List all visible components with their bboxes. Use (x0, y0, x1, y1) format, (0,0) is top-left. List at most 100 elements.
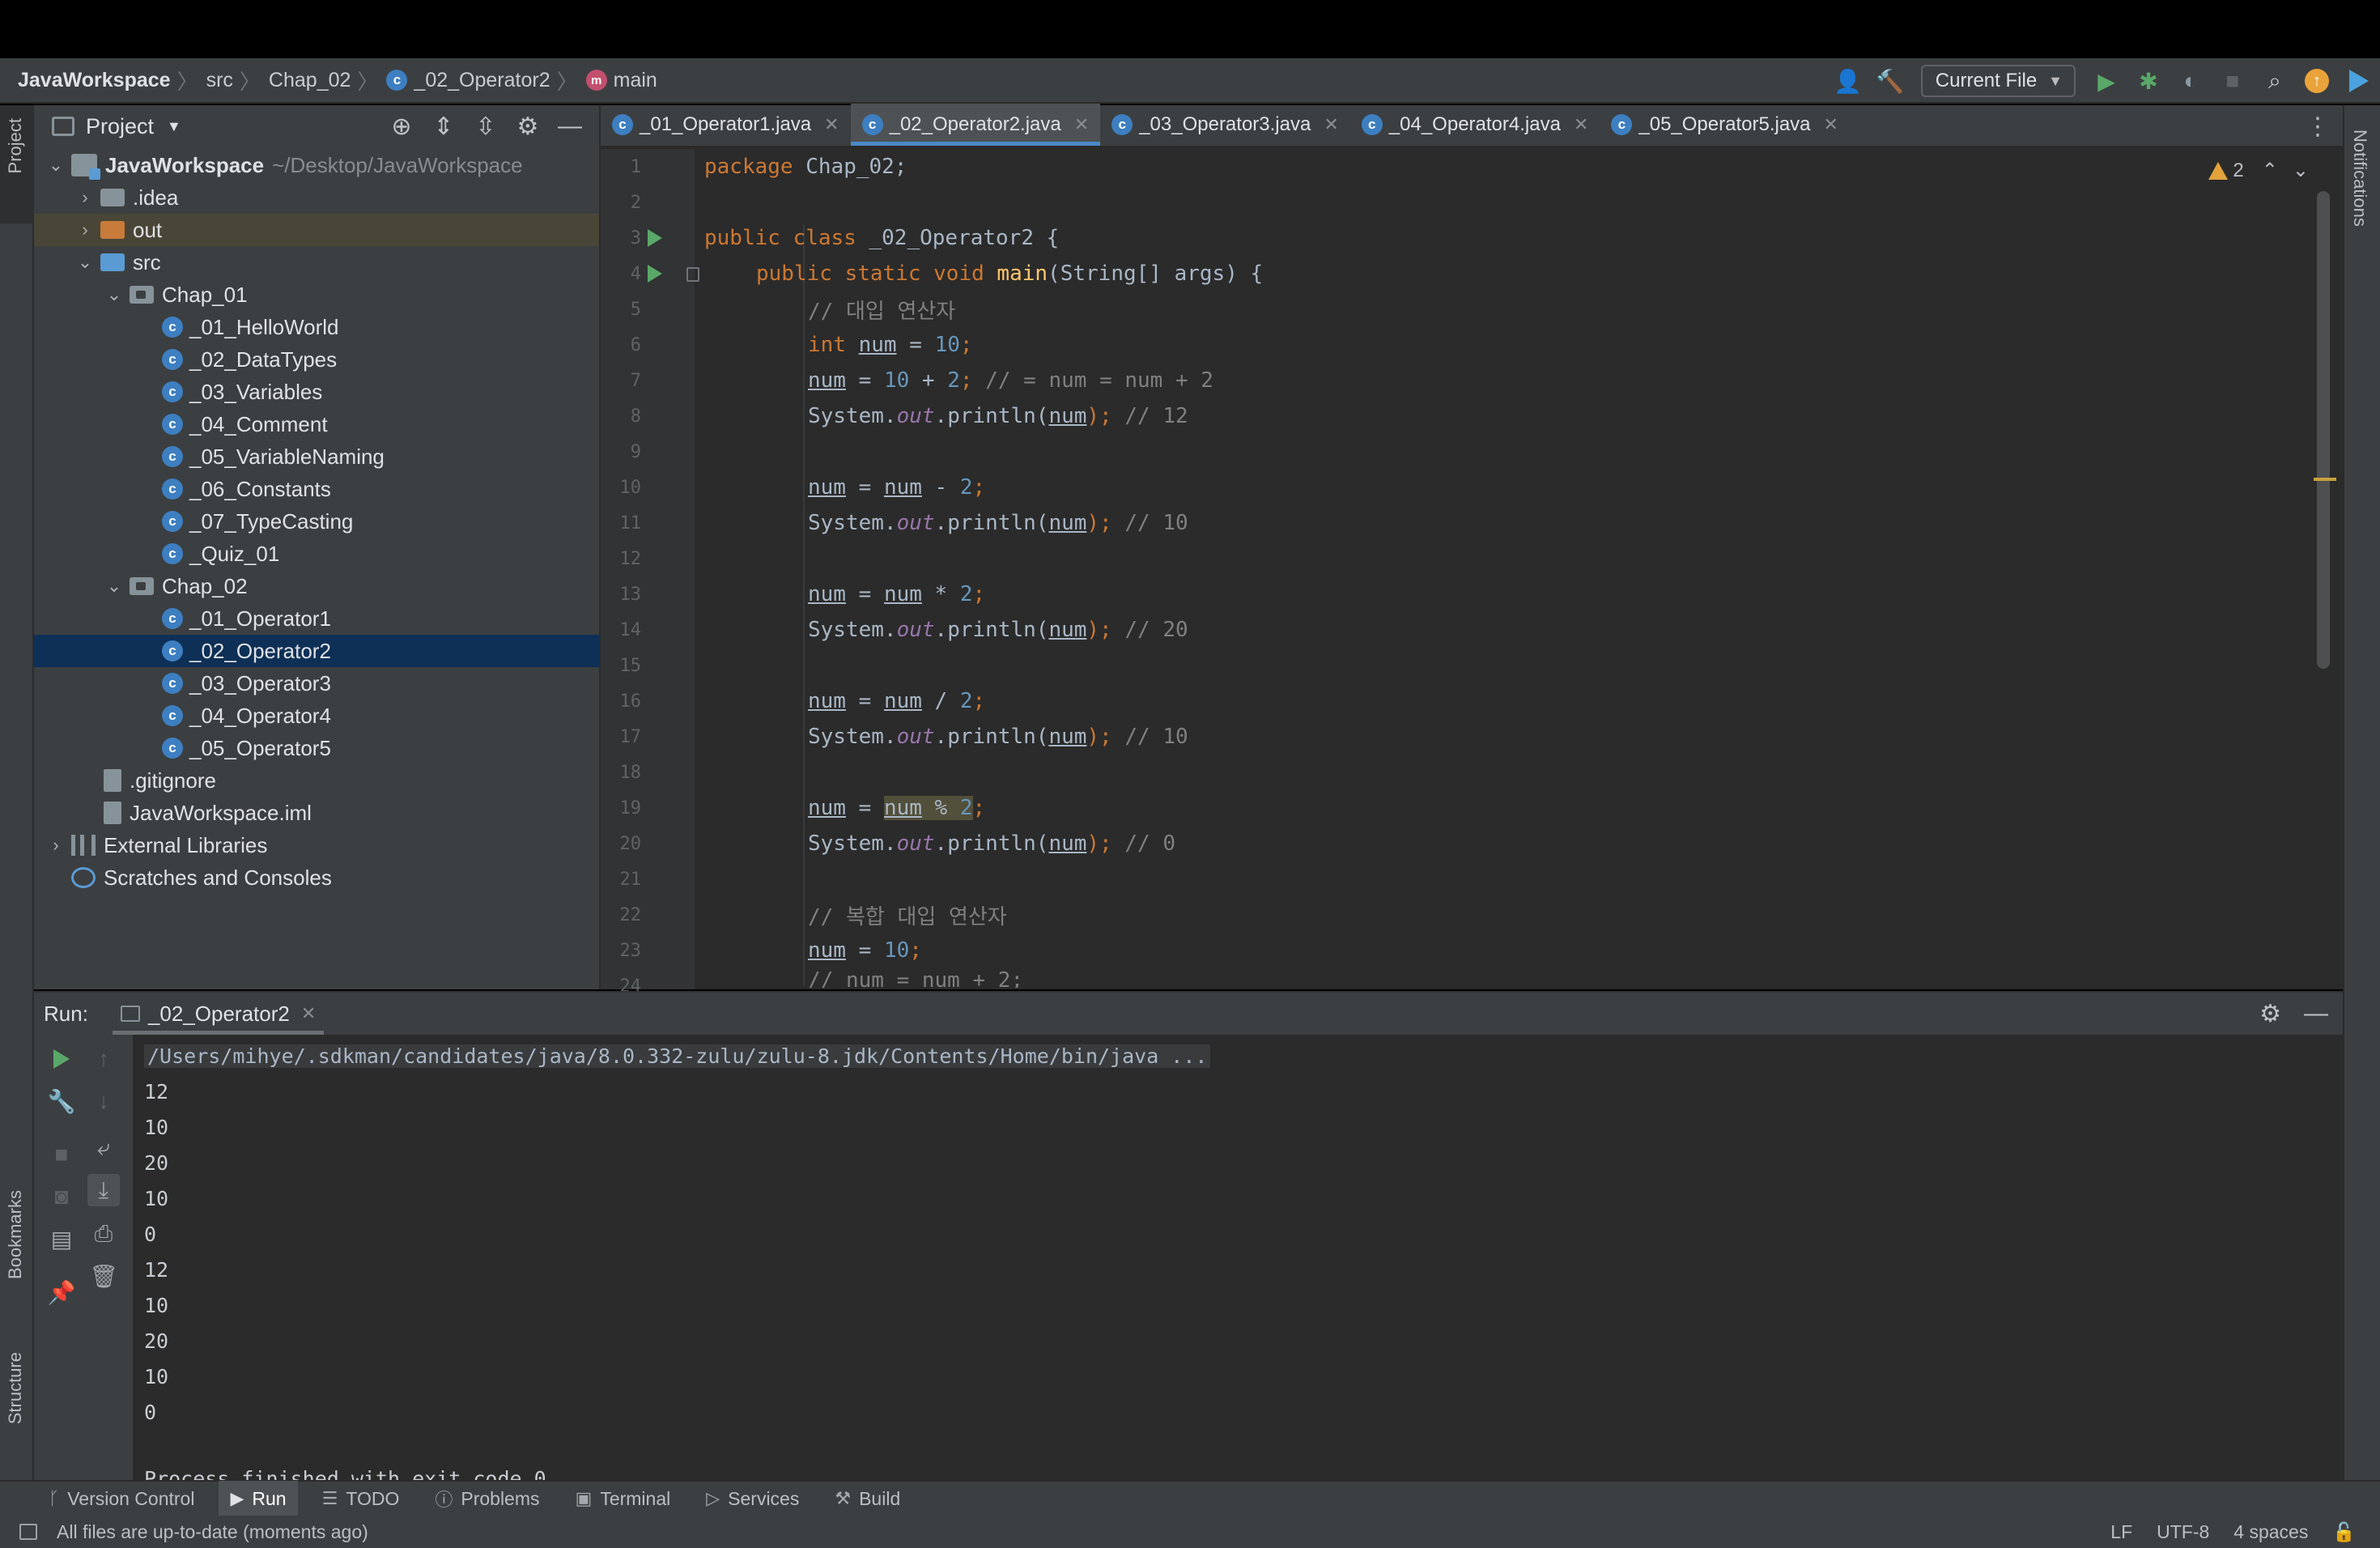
close-icon[interactable]: ✕ (1824, 114, 1838, 135)
arrow-down-icon[interactable]: ↓ (87, 1085, 120, 1117)
build-tool[interactable]: ⚒ Build (835, 1481, 900, 1516)
chevron-right-icon[interactable]: › (45, 835, 66, 856)
coverage-icon[interactable]: ◐ (2174, 65, 2207, 97)
chevron-down-icon[interactable]: ⌄ (74, 252, 96, 273)
chevron-down-icon[interactable]: ⌄ (104, 576, 125, 597)
close-icon[interactable]: ✕ (1574, 114, 1588, 135)
tree-item-idea[interactable]: › .idea (34, 181, 599, 214)
layout-toggle-icon[interactable] (19, 1524, 37, 1540)
tree-item-gitignore[interactable]: .gitignore (34, 764, 599, 797)
print-icon[interactable]: ⎙ (87, 1218, 120, 1250)
tree-item-class[interactable]: c _04_Operator4 (34, 700, 599, 732)
structure-strip-label[interactable]: Structure (5, 1352, 26, 1424)
tree-item-iml[interactable]: JavaWorkspace.iml (34, 797, 599, 829)
minimize-icon[interactable]: — (549, 113, 591, 140)
soft-wrap-icon[interactable]: ⤶ (87, 1132, 120, 1164)
inspection-widget[interactable]: 2 ⌃ ⌄ (2208, 159, 2309, 182)
collapse-all-icon[interactable]: ⇳ (465, 113, 507, 141)
more-vertical-icon[interactable]: ⋮ (2306, 105, 2330, 147)
search-icon[interactable]: ⌕ (2259, 65, 2291, 97)
breadcrumb-class[interactable]: c _02_Operator2 〉 (386, 66, 585, 96)
run-gutter-icon[interactable] (648, 229, 662, 247)
tree-item-class[interactable]: c _03_Operator3 (34, 667, 599, 700)
tree-item-chap01[interactable]: ⌄ Chap_01 (34, 279, 599, 311)
chevron-down-icon[interactable]: ⌄ (2293, 159, 2309, 182)
editor-tab-active[interactable]: c _02_Operator2.java ✕ (850, 104, 1101, 146)
tree-item-class[interactable]: c _05_VariableNaming (34, 440, 599, 473)
layout-icon[interactable]: ▤ (45, 1223, 78, 1255)
tree-item-chap02[interactable]: ⌄ Chap_02 (34, 570, 599, 602)
project-panel-title[interactable]: Project (86, 114, 154, 139)
chevron-down-icon[interactable]: ⌄ (104, 284, 125, 305)
close-icon[interactable]: ✕ (1074, 114, 1089, 135)
tree-item-class[interactable]: c _03_Variables (34, 376, 599, 408)
editor-tab[interactable]: c _03_Operator3.java ✕ (1100, 104, 1350, 146)
fold-icon[interactable] (686, 267, 699, 282)
rerun-icon[interactable] (45, 1043, 78, 1075)
console-output[interactable]: /Users/mihye/.sdkman/candidates/java/8.0… (144, 1035, 2343, 1482)
tree-item-src[interactable]: ⌄ src (34, 246, 599, 279)
tree-item-class-selected[interactable]: c _02_Operator2 (34, 635, 599, 667)
run-tool[interactable]: ▶ Run (219, 1481, 298, 1516)
jetbrains-icon[interactable] (2343, 65, 2375, 97)
line-separator[interactable]: LF (2110, 1521, 2132, 1543)
close-icon[interactable]: ✕ (824, 114, 839, 135)
trash-icon[interactable]: 🗑 (87, 1260, 120, 1292)
gear-icon[interactable]: ⚙ (2259, 1000, 2281, 1028)
tree-item-class[interactable]: c _07_TypeCasting (34, 505, 599, 538)
locate-icon[interactable]: ⊕ (380, 113, 423, 141)
close-icon[interactable]: ✕ (1324, 114, 1338, 135)
chevron-right-icon[interactable]: › (74, 187, 96, 208)
notifications-strip-label[interactable]: Notifications (2349, 130, 2370, 227)
lock-icon[interactable]: 🔓 (2332, 1521, 2356, 1543)
editor-scrollbar[interactable] (2317, 191, 2330, 669)
breadcrumb-chap02[interactable]: Chap_02 〉 (269, 66, 387, 96)
run-config-select[interactable]: Current File ▼ (1920, 65, 2076, 97)
services-tool[interactable]: ▷ Services (706, 1481, 799, 1516)
gear-icon[interactable]: ⚙ (507, 113, 549, 141)
editor-tab[interactable]: c _05_Operator5.java ✕ (1600, 104, 1850, 146)
chevron-right-icon[interactable]: › (74, 219, 96, 240)
editor-tab[interactable]: c _01_Operator1.java ✕ (601, 104, 851, 146)
minimize-icon[interactable]: — (2304, 1000, 2328, 1027)
run-icon[interactable]: ▶ (2090, 65, 2123, 97)
expand-all-icon[interactable]: ⇕ (423, 113, 465, 141)
arrow-up-icon[interactable]: ↑ (87, 1043, 120, 1075)
debug-icon[interactable]: ✱ (2132, 65, 2165, 97)
todo-tool[interactable]: ☰ TODO (322, 1481, 400, 1516)
scroll-to-end-icon[interactable]: ⤓ (87, 1174, 120, 1206)
file-encoding[interactable]: UTF-8 (2157, 1521, 2209, 1543)
breadcrumb-src[interactable]: src 〉 (206, 66, 269, 96)
breadcrumb-method[interactable]: m main (585, 69, 657, 92)
tree-item-scratches[interactable]: Scratches and Consoles (34, 861, 599, 894)
run-gutter-icon[interactable] (648, 265, 662, 283)
warning-marker[interactable] (2314, 478, 2336, 481)
version-control-tool[interactable]: ᚴ Version Control (49, 1481, 194, 1516)
tree-item-out[interactable]: › out (34, 214, 599, 246)
camera-icon[interactable]: ◙ (45, 1180, 78, 1213)
tree-item-class[interactable]: c _Quiz_01 (34, 538, 599, 570)
project-strip-label[interactable]: Project (5, 118, 26, 173)
close-icon[interactable]: ✕ (301, 1003, 316, 1024)
tree-item-class[interactable]: c _01_HelloWorld (34, 311, 599, 343)
tree-item-class[interactable]: c _02_DataTypes (34, 343, 599, 376)
editor-tab[interactable]: c _04_Operator4.java ✕ (1350, 104, 1600, 146)
bookmarks-strip-label[interactable]: Bookmarks (5, 1190, 26, 1279)
chevron-down-icon[interactable]: ⌄ (45, 155, 66, 176)
tree-item-class[interactable]: c _06_Constants (34, 473, 599, 505)
chevron-up-icon[interactable]: ⌃ (2262, 159, 2278, 182)
tree-item-project-root[interactable]: ⌄ JavaWorkspace ~/Desktop/JavaWorkspace (34, 149, 599, 181)
breadcrumb-project[interactable]: JavaWorkspace 〉 (18, 66, 206, 96)
tree-item-class[interactable]: c _05_Operator5 (34, 732, 599, 764)
stop-icon[interactable]: ■ (45, 1138, 78, 1171)
indent-setting[interactable]: 4 spaces (2233, 1521, 2308, 1543)
build-hammer-icon[interactable]: 🔨 (1874, 65, 1906, 97)
stop-icon[interactable]: ■ (2216, 65, 2249, 97)
update-icon[interactable]: ↑ (2301, 65, 2333, 97)
chevron-down-icon[interactable]: ▼ (167, 118, 181, 135)
pin-icon[interactable]: 📌 (45, 1276, 78, 1308)
tree-item-class[interactable]: c _04_Comment (34, 408, 599, 440)
status-message[interactable]: All files are up-to-date (moments ago) (57, 1521, 368, 1543)
wrench-icon[interactable]: 🔧 (45, 1085, 78, 1117)
user-icon[interactable]: 👤 (1832, 65, 1864, 97)
